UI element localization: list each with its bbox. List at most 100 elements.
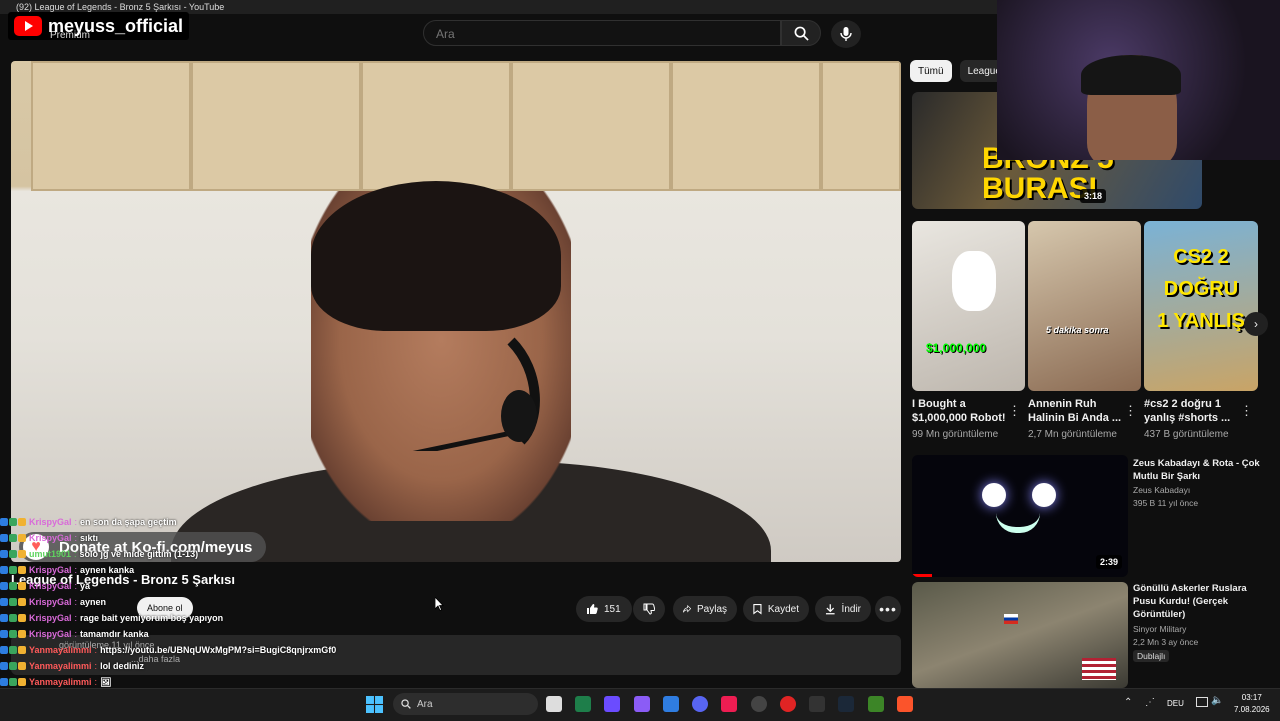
chat-text: https://youtu.be/UBNqUWxMgPM?si=BugiC8qn… bbox=[100, 645, 337, 655]
dislike-button[interactable] bbox=[633, 596, 665, 622]
file-explorer-icon[interactable] bbox=[546, 696, 562, 712]
chat-separator: : bbox=[74, 549, 77, 559]
share-icon bbox=[683, 604, 691, 613]
youtube-logo-icon bbox=[14, 16, 42, 36]
channel-name[interactable]: Zeus Kabadayı bbox=[1133, 485, 1190, 495]
chat-badges bbox=[0, 662, 26, 670]
video-person-hair bbox=[311, 181, 561, 331]
short-thumbnail[interactable]: 5 dakika sonra bbox=[1028, 221, 1141, 391]
filter-chips: Tümü League bbox=[910, 60, 1009, 82]
share-label: Paylaş bbox=[696, 603, 727, 615]
discord-icon[interactable] bbox=[692, 696, 708, 712]
usa-flag-icon bbox=[1082, 658, 1116, 680]
chat-badge-icon bbox=[18, 614, 26, 622]
app-icon[interactable] bbox=[663, 696, 679, 712]
more-vertical-icon[interactable]: ⋮ bbox=[1240, 403, 1253, 419]
chat-message: KrispyGal: ya bbox=[0, 578, 330, 594]
more-actions-button[interactable]: ••• bbox=[875, 596, 901, 622]
chevron-right-icon: › bbox=[1254, 317, 1258, 331]
chevron-up-icon[interactable]: ⌃ bbox=[1124, 697, 1132, 708]
short-thumbnail[interactable]: $1,000,000 bbox=[912, 221, 1025, 391]
headset-graphic bbox=[412, 337, 540, 451]
taskbar-clock[interactable]: 03:17 7.08.2026 bbox=[1234, 692, 1270, 716]
chat-username: KrispyGal bbox=[29, 581, 72, 591]
recommended-video-title[interactable]: Gönüllü Askerler Ruslara Pusu Kurdu! (Ge… bbox=[1133, 582, 1263, 621]
network-icon[interactable]: ⋰ bbox=[1145, 697, 1155, 708]
chat-text: aynen kanka bbox=[80, 565, 135, 575]
short-title[interactable]: I Bought a $1,000,000 Robot! bbox=[912, 397, 1012, 425]
russia-flag-icon bbox=[1004, 614, 1018, 624]
chat-message: KrispyGal: tamamdır kanka bbox=[0, 626, 330, 642]
voice-search-button[interactable] bbox=[831, 20, 861, 48]
video-player[interactable]: ♥ Donate at Ko-fi.com/meyus bbox=[11, 61, 901, 562]
video-duration: 3:18 bbox=[1079, 189, 1106, 203]
channel-name[interactable]: Sinyor Military bbox=[1133, 624, 1186, 634]
search-input[interactable] bbox=[434, 21, 758, 47]
chat-badge-icon bbox=[9, 566, 17, 574]
recommended-video-thumbnail[interactable] bbox=[912, 582, 1128, 688]
recommended-video-thumbnail[interactable]: 2:39 bbox=[912, 455, 1128, 577]
download-icon bbox=[825, 604, 835, 615]
chat-badge-icon bbox=[18, 662, 26, 670]
short-title[interactable]: Annenin Ruh Halinin Bi Anda ... bbox=[1028, 397, 1128, 425]
video-frame-detail bbox=[361, 61, 511, 191]
app-icon[interactable] bbox=[751, 696, 767, 712]
save-button[interactable]: Kaydet bbox=[743, 596, 809, 622]
short-title[interactable]: #cs2 2 doğru 1 yanlış #shorts ... bbox=[1144, 397, 1244, 425]
download-button[interactable]: İndir bbox=[815, 596, 871, 622]
search-button[interactable] bbox=[781, 20, 821, 46]
chat-separator: : bbox=[94, 645, 98, 655]
streamer-webcam-overlay bbox=[997, 0, 1280, 160]
app-icon[interactable] bbox=[604, 696, 620, 712]
app-icon[interactable] bbox=[780, 696, 796, 712]
taskbar-search[interactable]: Ara bbox=[393, 693, 538, 715]
webcam-headset bbox=[1081, 55, 1181, 95]
chat-badge-icon bbox=[9, 678, 17, 686]
chip-all[interactable]: Tümü bbox=[910, 60, 952, 82]
display-icon[interactable] bbox=[1196, 697, 1208, 707]
app-icon[interactable] bbox=[575, 696, 591, 712]
dubbed-badge: Dublajlı bbox=[1133, 650, 1170, 662]
shorts-next-button[interactable]: › bbox=[1244, 312, 1268, 336]
chat-message: KrispyGal: aynen kanka bbox=[0, 562, 330, 578]
bookmark-icon bbox=[753, 604, 762, 615]
short-views: 99 Mn görüntüleme bbox=[912, 429, 999, 440]
chat-username: KrispyGal bbox=[29, 597, 72, 607]
chat-separator: : bbox=[74, 597, 78, 607]
chat-message: KrispyGal: sıktı bbox=[0, 530, 330, 546]
chat-badges bbox=[0, 630, 26, 638]
brave-browser-icon[interactable] bbox=[897, 696, 913, 712]
app-icon[interactable] bbox=[634, 696, 650, 712]
language-indicator[interactable]: DEU bbox=[1167, 699, 1184, 708]
epic-games-icon[interactable] bbox=[809, 696, 825, 712]
speaker-icon[interactable]: 🔈 bbox=[1211, 695, 1223, 706]
chat-badge-icon bbox=[18, 566, 26, 574]
chat-badge-icon bbox=[0, 646, 8, 654]
video-frame-detail bbox=[671, 61, 821, 191]
like-button[interactable]: 151 bbox=[576, 596, 632, 622]
windows-start-icon[interactable] bbox=[366, 696, 383, 713]
chat-badges bbox=[0, 646, 26, 654]
short-thumbnail[interactable]: CS2 2 DOĞRU 1 YANLIŞ bbox=[1144, 221, 1258, 391]
chat-text: tamamdır kanka bbox=[80, 629, 149, 639]
share-button[interactable]: Paylaş bbox=[673, 596, 737, 622]
thumbs-down-icon bbox=[643, 603, 655, 615]
chat-username: KrispyGal bbox=[29, 533, 72, 543]
more-vertical-icon[interactable]: ⋮ bbox=[1124, 403, 1137, 419]
video-meta: 395 B 11 yıl önce bbox=[1133, 498, 1199, 508]
chat-separator: : bbox=[74, 517, 78, 527]
steam-icon[interactable] bbox=[838, 696, 854, 712]
chat-badge-icon bbox=[18, 646, 26, 654]
more-vertical-icon[interactable]: ⋮ bbox=[1008, 403, 1021, 419]
chat-separator: : bbox=[94, 661, 98, 671]
minecraft-icon[interactable] bbox=[868, 696, 884, 712]
chat-badge-icon bbox=[0, 598, 8, 606]
channel-logo-overlay: meyuss_official bbox=[8, 12, 190, 40]
search-box[interactable] bbox=[423, 20, 781, 47]
chat-badge-icon bbox=[0, 566, 8, 574]
chat-username: KrispyGal bbox=[29, 517, 72, 527]
tiktok-icon[interactable] bbox=[721, 696, 737, 712]
chat-badge-icon bbox=[9, 630, 17, 638]
recommended-video-title[interactable]: Zeus Kabadayı & Rota - Çok Mutlu Bir Şar… bbox=[1133, 457, 1263, 483]
chat-badge-icon bbox=[0, 534, 8, 542]
